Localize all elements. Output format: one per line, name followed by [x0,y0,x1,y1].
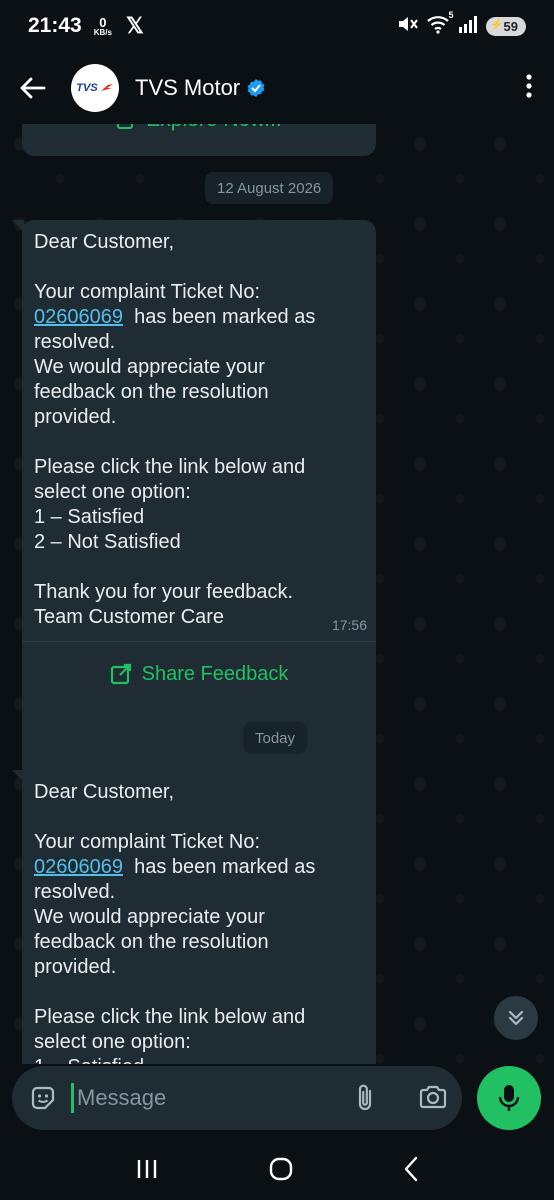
bubble-tail [12,220,24,232]
home-icon[interactable] [268,1156,294,1182]
attachment-icon[interactable] [354,1083,376,1118]
signal-icon [458,14,478,39]
chat-area[interactable]: Explore Now... 12 August 2026 Dear Custo… [0,124,554,1064]
status-time: 21:43 [28,14,82,37]
message-text: Dear Customer, Your complaint Ticket No:… [34,781,316,1064]
explore-now-button[interactable]: Explore Now... [22,124,376,132]
x-app-icon: 𝕏 [125,13,144,38]
explore-now-label: Explore Now... [146,124,281,132]
network-type-label: 5 [448,9,454,20]
share-feedback-label: Share Feedback [141,662,289,685]
battery-icon: 59 [485,16,526,36]
previous-message-bubble: Explore Now... [22,124,376,156]
back-nav-icon[interactable] [403,1156,419,1182]
ticket-number-link[interactable]: 02606069 [34,306,123,328]
message-input[interactable] [74,1085,317,1111]
date-chip-today: Today [243,722,308,754]
voice-message-button[interactable] [477,1066,541,1130]
status-bar: 21:43 0 KB/s 𝕏 5 59 [0,0,554,52]
microphone-icon [497,1083,521,1113]
network-speed-value: 0 [99,14,107,30]
message-bubble[interactable]: Dear Customer, Your complaint Ticket No:… [12,770,376,1064]
message-composer [12,1066,462,1130]
camera-icon[interactable] [418,1084,448,1115]
ticket-number-link[interactable]: 02606069 [34,856,123,878]
more-options-icon[interactable] [526,74,532,103]
system-navigation-bar [0,1138,554,1200]
recent-apps-icon[interactable] [135,1158,159,1180]
avatar[interactable]: TVS [71,64,119,112]
emoji-sticker-icon[interactable] [29,1084,57,1112]
network-speed: 0 KB/s [94,16,112,37]
double-chevron-down-icon [506,1008,526,1028]
tvs-logo: TVS [76,82,113,94]
bubble-tail [12,770,24,782]
network-speed-unit: KB/s [93,27,112,37]
scroll-to-bottom-button[interactable] [494,996,538,1040]
share-feedback-button[interactable]: Share Feedback [22,642,376,706]
back-arrow-icon[interactable] [3,52,63,124]
contact-name[interactable]: TVS Motor [135,75,240,101]
wifi-icon: 5 [426,10,454,39]
mute-icon [396,14,418,39]
message-text: Dear Customer, Your complaint Ticket No:… [34,231,316,628]
chat-header: TVS TVS Motor [0,52,554,124]
message-timestamp: 17:56 [331,617,367,633]
verified-badge-icon [246,78,266,98]
date-chip: 12 August 2026 [205,172,334,204]
message-bubble[interactable]: Dear Customer, Your complaint Ticket No:… [12,220,376,806]
